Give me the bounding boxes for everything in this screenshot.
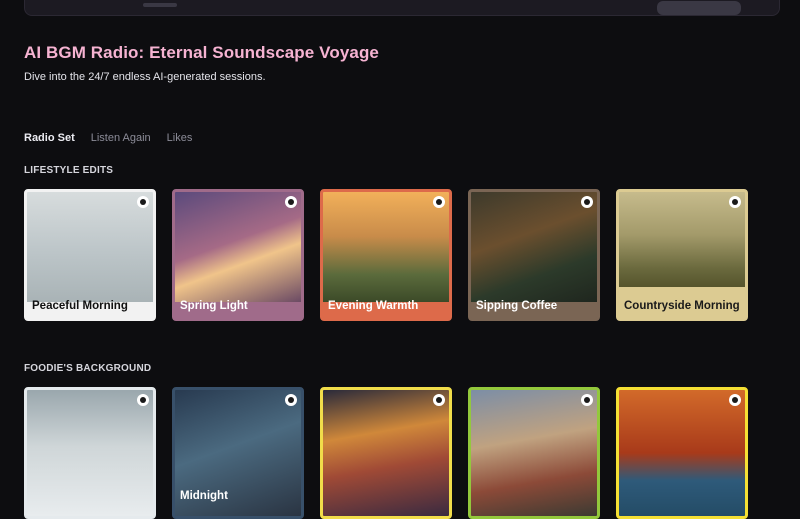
card-artwork (619, 192, 745, 287)
station-card[interactable] (24, 387, 156, 519)
card-artwork (471, 192, 597, 302)
page-title: AI BGM Radio: Eternal Soundscape Voyage (24, 43, 379, 62)
tab-listen-again[interactable]: Listen Again (91, 132, 151, 144)
card-title: Evening Warmth (328, 300, 419, 312)
station-card[interactable] (320, 387, 452, 519)
ai-badge-icon (433, 196, 445, 208)
search-icon (143, 3, 177, 7)
card-title: Spring Light (180, 300, 248, 312)
station-card[interactable] (468, 387, 600, 519)
ai-badge-icon (433, 394, 445, 406)
tab-likes[interactable]: Likes (167, 132, 193, 144)
tab-radio-set[interactable]: Radio Set (24, 132, 75, 144)
ai-badge-icon (285, 394, 297, 406)
section-label-foodie: FOODIE'S BACKGROUND (24, 363, 152, 374)
ai-badge-icon (581, 394, 593, 406)
lifestyle-row: Peaceful Morning Spring Light Evening Wa… (24, 189, 748, 321)
page-subtitle: Dive into the 24/7 endless AI-generated … (24, 71, 266, 83)
ai-badge-icon (137, 394, 149, 406)
station-card[interactable]: Sipping Coffee (468, 189, 600, 321)
card-artwork (323, 192, 449, 302)
card-title: Sipping Coffee (476, 300, 558, 312)
ai-badge-icon (581, 196, 593, 208)
ai-badge-icon (729, 196, 741, 208)
card-title: Midnight (180, 490, 228, 502)
station-card[interactable]: Countryside Morning (616, 189, 748, 321)
card-title: Peaceful Morning (32, 300, 128, 312)
tab-bar: Radio Set Listen Again Likes (24, 132, 192, 144)
top-action-button[interactable] (657, 1, 741, 15)
station-card[interactable]: Evening Warmth (320, 189, 452, 321)
station-card[interactable]: Spring Light (172, 189, 304, 321)
ai-badge-icon (285, 196, 297, 208)
card-artwork (27, 192, 153, 302)
top-search-bar[interactable] (24, 0, 780, 16)
ai-badge-icon (137, 196, 149, 208)
station-card[interactable]: Midnight (172, 387, 304, 519)
card-title: Countryside Morning (624, 300, 740, 312)
foodie-row: Midnight (24, 387, 748, 519)
ai-badge-icon (729, 394, 741, 406)
section-label-lifestyle: LIFESTYLE EDITS (24, 165, 114, 176)
station-card[interactable] (616, 387, 748, 519)
station-card[interactable]: Peaceful Morning (24, 189, 156, 321)
card-artwork (175, 192, 301, 302)
